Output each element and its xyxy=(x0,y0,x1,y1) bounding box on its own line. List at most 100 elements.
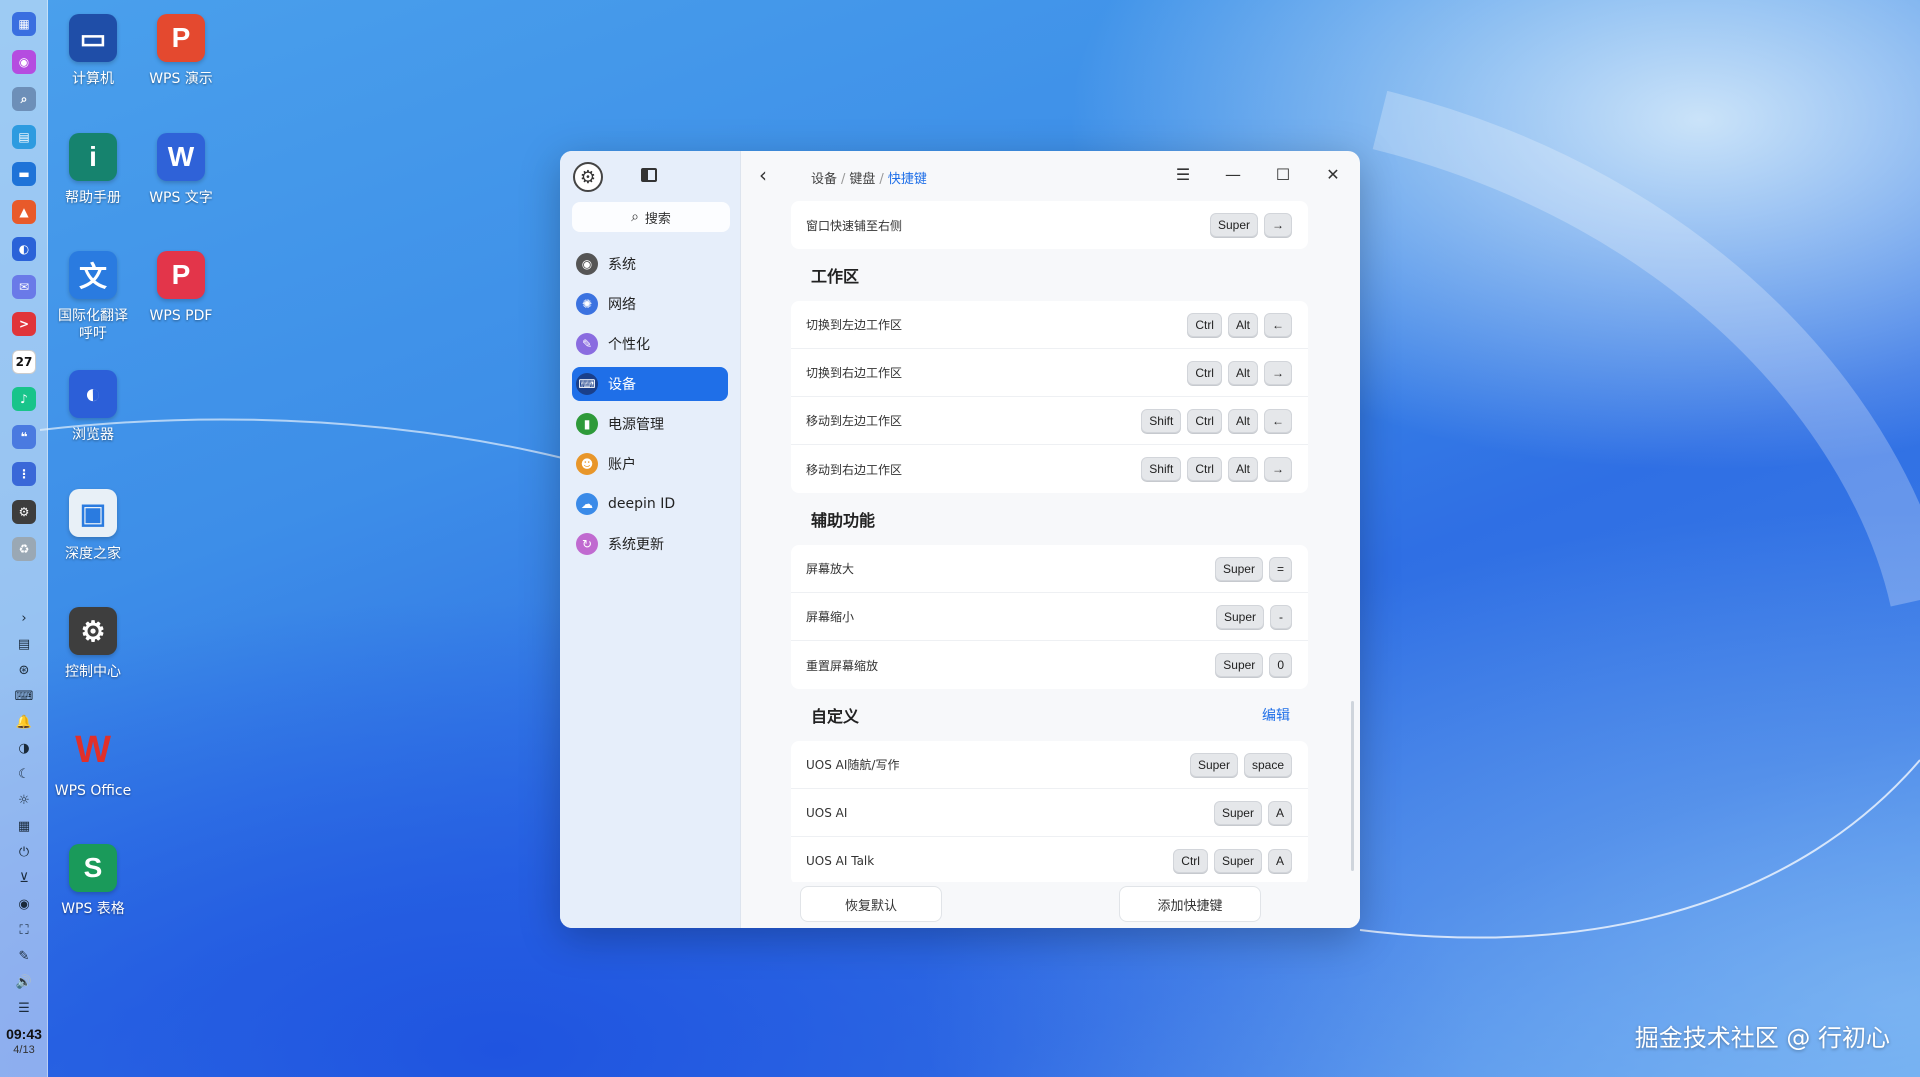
clock-date: 4/13 xyxy=(13,1044,35,1056)
key-cap: Shift xyxy=(1141,457,1182,481)
desktop-icon[interactable]: 文国际化翻译 呼吁 xyxy=(43,251,143,343)
sidebar-item-network[interactable]: ✺ 网络 xyxy=(572,287,728,321)
section-heading: 自定义 xyxy=(811,707,860,726)
shortcut-row[interactable]: 窗口快速铺至右侧 Super → xyxy=(791,201,1308,249)
breadcrumb-keyboard[interactable]: 键盘 xyxy=(849,172,875,187)
chevron-right-icon[interactable]: › xyxy=(14,609,34,627)
sidebar-item-personalization[interactable]: ✎ 个性化 xyxy=(572,327,728,361)
desktop-icon[interactable]: P WPS 演示 xyxy=(131,14,231,88)
shortcut-row[interactable]: UOS AI Talk Ctrl Super A xyxy=(791,837,1308,885)
main-panel: ‹ 设备 / 键盘 / 快捷键 ☰ — ☐ ✕ 窗口快速铺至右侧 Super → 工作区切… xyxy=(741,151,1360,928)
key-cap: Alt xyxy=(1227,312,1258,337)
file-manager-icon[interactable]: ▬ xyxy=(12,162,36,186)
back-icon[interactable]: ‹ xyxy=(759,163,767,187)
record-icon[interactable]: ◉ xyxy=(14,895,34,913)
system-icon: ◉ xyxy=(576,253,598,275)
shortcut-row[interactable]: UOS AI随航/写作 Super space xyxy=(791,741,1308,789)
multitask-icon[interactable]: ▤ xyxy=(12,124,36,149)
notification-icon[interactable]: 🔔 xyxy=(14,713,34,731)
sidebar: ⚙ ⌕ 搜索 ◉ 系统 ✺ 网络 ✎ 个性化 ⌨ 设备 ▮ 电源管理 ☻ 账户 ☁ deepin ID ↻ 系… xyxy=(560,151,741,928)
power-icon[interactable]: ⏻ xyxy=(14,843,34,861)
shortcut-row[interactable]: 移动到右边工作区 Shift Ctrl Alt → xyxy=(791,445,1308,493)
shortcut-sections: 工作区 切换到左边工作区 Ctrl Alt ← 切换到右边工作区 Ctrl Alt → 移动到左边… xyxy=(791,249,1308,885)
night-mode-icon[interactable]: ☾ xyxy=(14,765,34,783)
chat-icon[interactable]: ❝ xyxy=(12,424,36,449)
dock-clock[interactable]: 09:43 4/13 xyxy=(0,1026,48,1056)
network-icon[interactable]: ⊛ xyxy=(14,661,34,679)
desktop-icon[interactable]: W WPS Office xyxy=(43,726,143,800)
clipboard-icon[interactable]: ▤ xyxy=(14,635,34,653)
desktop-icon-label: 浏览器 xyxy=(72,427,114,443)
desktop-icon[interactable]: ⚙ 控制中心 xyxy=(43,607,143,681)
brightness-icon[interactable]: ☼ xyxy=(14,791,34,809)
sidebar-search-input[interactable]: ⌕ 搜索 xyxy=(572,202,730,232)
power-management-icon: ▮ xyxy=(576,413,598,435)
shortcut-row[interactable]: 切换到左边工作区 Ctrl Alt ← xyxy=(791,301,1308,349)
sidebar-item-system[interactable]: ◉ 系统 xyxy=(572,247,728,281)
keyboard-icon[interactable]: ⌨ xyxy=(14,687,34,705)
desktop-icon-label: 国际化翻译 呼吁 xyxy=(58,308,128,342)
minimize-icon[interactable]: — xyxy=(1223,164,1243,184)
app-store-icon[interactable]: ▲ xyxy=(12,199,36,224)
mail-icon[interactable]: ✉ xyxy=(12,274,36,299)
breadcrumb-shortcuts: 快捷键 xyxy=(887,172,927,187)
key-cap: Ctrl xyxy=(1187,408,1222,433)
terminal-icon[interactable]: > xyxy=(12,312,36,336)
breadcrumb-devices[interactable]: 设备 xyxy=(811,172,837,187)
shortcut-keys: Shift Ctrl Alt → xyxy=(1141,457,1292,481)
trash-icon[interactable]: ♻ xyxy=(12,537,36,561)
sidebar-item-label: 账户 xyxy=(608,457,636,473)
computer-icon: ▭ xyxy=(69,14,117,62)
add-shortcut-button[interactable]: 添加快捷键 xyxy=(1119,886,1261,922)
theme-icon[interactable]: ◑ xyxy=(14,739,34,757)
sidebar-item-cloud[interactable]: ☁ deepin ID xyxy=(572,487,728,521)
browser-icon[interactable]: ◐ xyxy=(12,237,36,261)
sidebar-nav: ◉ 系统 ✺ 网络 ✎ 个性化 ⌨ 设备 ▮ 电源管理 ☻ 账户 ☁ deepin ID ↻ 系统更新 xyxy=(572,247,728,567)
desktop-icon[interactable]: i 帮助手册 xyxy=(43,133,143,207)
menu-icon[interactable]: ☰ xyxy=(1173,164,1193,184)
control-center-icon[interactable]: ⚙ xyxy=(12,499,36,524)
maximize-icon[interactable]: ☐ xyxy=(1273,164,1293,184)
calendar-icon[interactable]: 27 xyxy=(12,349,36,374)
desktop-icon[interactable]: P WPS PDF xyxy=(131,251,231,325)
shortcut-row[interactable]: 重置屏幕缩放 Super 0 xyxy=(791,641,1308,689)
desktop-icon[interactable]: W WPS 文字 xyxy=(131,133,231,207)
sidebar-item-accounts[interactable]: ☻ 账户 xyxy=(572,447,728,481)
shortcut-row[interactable]: 切换到右边工作区 Ctrl Alt → xyxy=(791,349,1308,397)
sidebar-item-update[interactable]: ↻ 系统更新 xyxy=(572,527,728,561)
system-monitor-icon[interactable]: ⋮ xyxy=(12,462,36,486)
scrollbar[interactable] xyxy=(1351,701,1354,871)
sidebar-item-devices[interactable]: ⌨ 设备 xyxy=(572,367,728,401)
shortcut-row[interactable]: 移动到左边工作区 Shift Ctrl Alt ← xyxy=(791,397,1308,445)
shortcut-card: UOS AI随航/写作 Super space UOS AI Super A UOS AI … xyxy=(791,741,1308,885)
app-store-icon[interactable]: ◉ xyxy=(12,49,36,74)
desktop-icon[interactable]: S WPS 表格 xyxy=(43,844,143,918)
download-icon[interactable]: ⊻ xyxy=(14,869,34,887)
screenshot-icon[interactable]: ⛶ xyxy=(14,921,34,939)
volume-icon[interactable]: 🔊 xyxy=(14,973,34,991)
sidebar-item-power-management[interactable]: ▮ 电源管理 xyxy=(572,407,728,441)
desktop-icon[interactable]: ▭ 计算机 xyxy=(43,14,143,88)
music-icon[interactable]: ♪ xyxy=(12,387,36,411)
desktop-icon-label: WPS 表格 xyxy=(61,901,125,917)
storage-icon[interactable]: ☰ xyxy=(14,999,34,1017)
search-icon[interactable]: ⌕ xyxy=(12,87,36,111)
desktop-icon[interactable]: ◐ 浏览器 xyxy=(43,370,143,444)
shortcut-row[interactable]: 屏幕缩小 Super - xyxy=(791,593,1308,641)
shortcut-row[interactable]: 屏幕放大 Super = xyxy=(791,545,1308,593)
desktop-icon[interactable]: ▣ 深度之家 xyxy=(43,489,143,563)
shortcut-label: 窗口快速铺至右侧 xyxy=(806,218,903,233)
pen-icon[interactable]: ✎ xyxy=(14,947,34,965)
restore-defaults-button[interactable]: 恢复默认 xyxy=(800,886,942,922)
translate-icon: 文 xyxy=(69,251,117,299)
edit-link[interactable]: 编辑 xyxy=(1262,705,1290,725)
launcher-icon[interactable]: ▦ xyxy=(12,12,36,36)
key-cap: A xyxy=(1267,849,1292,873)
clock-time: 09:43 xyxy=(6,1026,42,1042)
close-icon[interactable]: ✕ xyxy=(1323,164,1343,184)
sidebar-toggle-icon[interactable] xyxy=(641,168,657,182)
calculator-icon[interactable]: ▦ xyxy=(14,817,34,835)
key-cap: Ctrl xyxy=(1187,312,1222,337)
shortcut-keys: Super 0 xyxy=(1215,653,1292,677)
shortcut-row[interactable]: UOS AI Super A xyxy=(791,789,1308,837)
